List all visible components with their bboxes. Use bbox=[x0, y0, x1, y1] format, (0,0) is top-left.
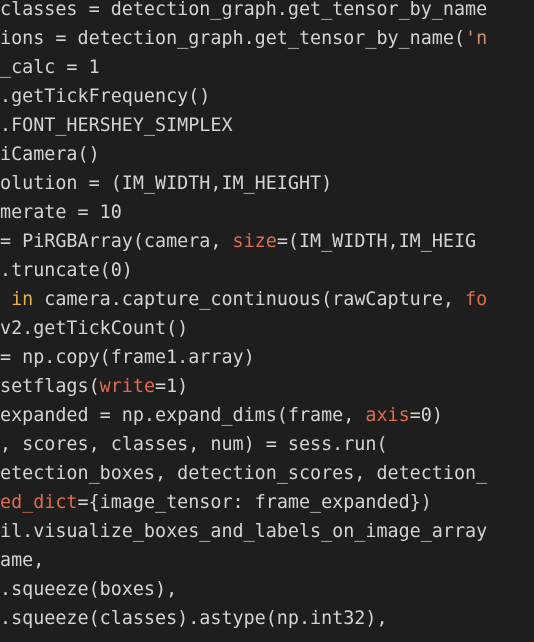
code-token: .truncate(0) bbox=[0, 260, 133, 281]
code-token: size bbox=[232, 231, 277, 252]
code-line[interactable]: ame, bbox=[0, 546, 44, 575]
code-token: classes = detection_graph.get_tensor_by_… bbox=[0, 0, 488, 20]
code-token: ame, bbox=[0, 550, 45, 571]
code-line[interactable]: merate = 10 bbox=[0, 198, 122, 227]
code-token: 'n bbox=[465, 28, 488, 49]
code-token: write bbox=[99, 376, 156, 397]
code-token: ions = detection_graph.get_tensor_by_nam… bbox=[0, 28, 466, 49]
code-token: , scores, classes, num) = sess.run( bbox=[0, 434, 388, 455]
code-line[interactable]: ed_dict={image_tensor: frame_expanded}) bbox=[0, 488, 432, 517]
code-line[interactable]: setflags(write=1) bbox=[0, 372, 188, 401]
code-line[interactable]: v2.getTickCount() bbox=[0, 314, 188, 343]
code-token: setflags( bbox=[0, 376, 100, 397]
code-token: iCamera() bbox=[0, 144, 100, 165]
code-line[interactable]: in camera.capture_continuous(rawCapture,… bbox=[0, 285, 487, 314]
code-line[interactable]: .FONT_HERSHEY_SIMPLEX bbox=[0, 111, 233, 140]
code-line[interactable]: etection_boxes, detection_scores, detect… bbox=[0, 459, 487, 488]
code-token: .squeeze(classes).astype(np.int32), bbox=[0, 608, 388, 629]
code-token: = np.copy(frame1.array) bbox=[0, 347, 255, 368]
code-editor[interactable]: classes = detection_graph.get_tensor_by_… bbox=[0, 0, 534, 642]
code-line[interactable]: = np.copy(frame1.array) bbox=[0, 343, 255, 372]
code-token: camera.capture_continuous(rawCapture, bbox=[33, 289, 466, 310]
code-token: olution = (IM_WIDTH,IM_HEIGHT) bbox=[0, 173, 333, 194]
code-token: ={image_tensor: frame_expanded}) bbox=[77, 492, 432, 513]
code-line[interactable]: iCamera() bbox=[0, 140, 100, 169]
code-line[interactable]: olution = (IM_WIDTH,IM_HEIGHT) bbox=[0, 169, 332, 198]
code-line[interactable]: = PiRGBArray(camera, size=(IM_WIDTH,IM_H… bbox=[0, 227, 476, 256]
code-line[interactable]: , scores, classes, num) = sess.run( bbox=[0, 430, 388, 459]
code-line[interactable]: .truncate(0) bbox=[0, 256, 133, 285]
code-line[interactable]: .squeeze(boxes), bbox=[0, 575, 177, 604]
code-token: ed_dict bbox=[0, 492, 78, 513]
code-token: etection_boxes, detection_scores, detect… bbox=[0, 463, 488, 484]
code-token: fo bbox=[465, 289, 488, 310]
code-token: .getTickFrequency() bbox=[0, 86, 211, 107]
code-line[interactable]: expanded = np.expand_dims(frame, axis=0) bbox=[0, 401, 443, 430]
code-token: =0) bbox=[409, 405, 443, 426]
code-token: expanded = np.expand_dims(frame, bbox=[0, 405, 366, 426]
code-line[interactable]: il.visualize_boxes_and_labels_on_image_a… bbox=[0, 517, 487, 546]
code-token: axis bbox=[365, 405, 410, 426]
code-token: in bbox=[11, 289, 34, 310]
code-token: .FONT_HERSHEY_SIMPLEX bbox=[0, 115, 233, 136]
code-token: =1) bbox=[155, 376, 189, 397]
code-line[interactable]: _calc = 1 bbox=[0, 53, 100, 82]
code-token: il.visualize_boxes_and_labels_on_image_a… bbox=[0, 521, 488, 542]
code-token: v2.getTickCount() bbox=[0, 318, 189, 339]
code-token: merate = 10 bbox=[0, 202, 122, 223]
code-line[interactable]: .squeeze(classes).astype(np.int32), bbox=[0, 604, 388, 633]
code-token: _calc = 1 bbox=[0, 57, 100, 78]
code-line[interactable]: .getTickFrequency() bbox=[0, 82, 210, 111]
code-line[interactable]: classes = detection_graph.get_tensor_by_… bbox=[0, 0, 487, 24]
code-token: = PiRGBArray(camera, bbox=[0, 231, 233, 252]
code-token: .squeeze(boxes), bbox=[0, 579, 178, 600]
code-line[interactable]: ions = detection_graph.get_tensor_by_nam… bbox=[0, 24, 487, 53]
code-token: =(IM_WIDTH,IM_HEIG bbox=[276, 231, 477, 252]
